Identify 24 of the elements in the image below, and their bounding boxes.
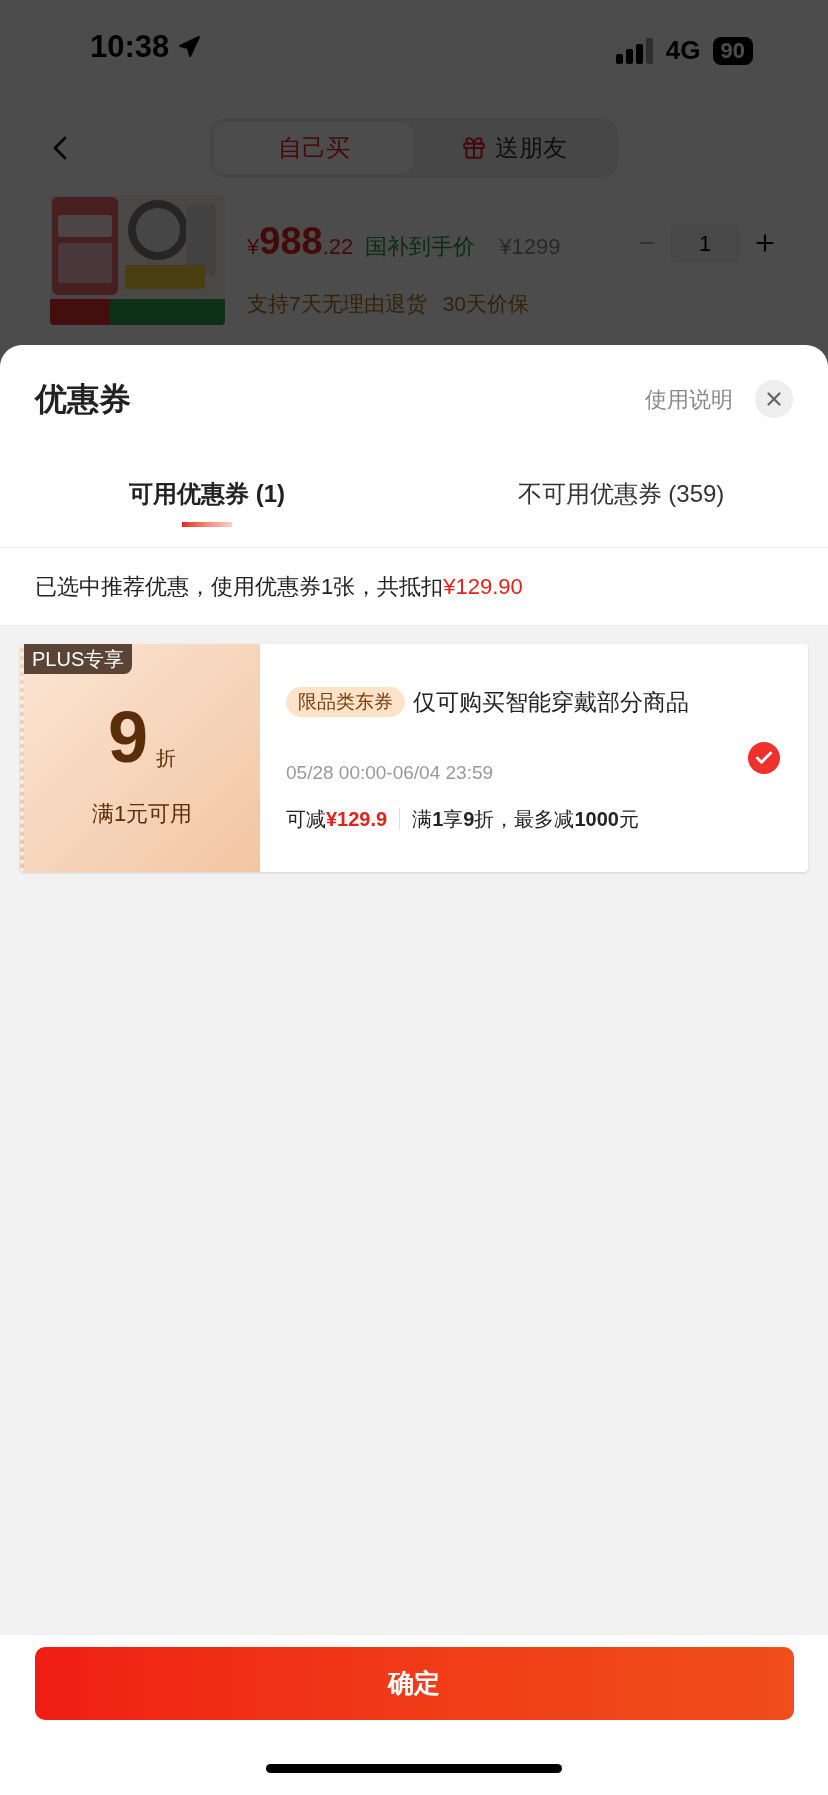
- coupon-rule: 满1享9折，最多减1000元: [412, 806, 639, 832]
- plus-badge: PLUS专享: [24, 644, 133, 674]
- service-label: 支持7天无理由退货: [247, 291, 427, 317]
- check-icon[interactable]: [748, 742, 780, 774]
- network-label: 4G: [665, 34, 701, 67]
- saving-text: 可减¥129.9: [286, 806, 388, 832]
- summary-text: 已选中推荐优惠，使用优惠券1张，共抵扣¥129.90: [35, 573, 523, 601]
- discount-value: 9: [107, 700, 148, 773]
- coupon-tag: 限品类东券: [286, 686, 405, 717]
- coupon-condition: 满1元可用: [91, 799, 193, 828]
- status-time: 10:38: [90, 27, 170, 66]
- sheet-title: 优惠券: [35, 380, 131, 419]
- coupon-validity: 05/28 00:00-06/04 23:59: [286, 761, 495, 785]
- usage-guide-link[interactable]: 使用说明: [645, 382, 733, 416]
- coupon-title: 仅可购买智能穿戴部分商品: [413, 687, 689, 717]
- service-label: 30天价保: [442, 291, 530, 317]
- coupon-card[interactable]: PLUS专享 9 折 满1元可用 限品类东券 仅可购买智能穿戴部分商品 05/28 00:00-06/04 23:59 可减¥129.9 满1享9折，最多减1000元: [20, 644, 808, 872]
- close-button[interactable]: [755, 380, 793, 418]
- discount-unit: 折: [156, 745, 176, 771]
- coupon-tab[interactable]: 不可用优惠券 (359): [414, 468, 828, 547]
- product-price: ¥988.22: [247, 219, 354, 264]
- coupon-tab[interactable]: 可用优惠券 (1): [0, 468, 414, 547]
- confirm-button[interactable]: 确定: [34, 1647, 794, 1720]
- price-label: 国补到手价: [365, 233, 476, 261]
